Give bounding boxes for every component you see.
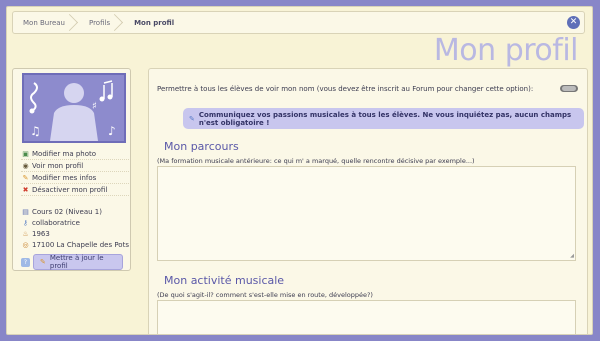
menu-label: Modifier mes infos — [32, 173, 97, 182]
profile-window: Mon Bureau Profils Mon profil ✕ Mon prof… — [6, 6, 593, 335]
section-title-parcours: Mon parcours — [164, 140, 239, 153]
help-icon[interactable]: ? — [21, 257, 30, 267]
musician-silhouette-icon: ♯ ♪ ♫ — [24, 75, 124, 141]
info-label: 17100 La Chapelle des Pots — [32, 240, 129, 249]
section-title-activite: Mon activité musicale — [164, 274, 285, 287]
books-icon: ▤ — [22, 207, 29, 216]
info-role: ⚷ collaboratrice — [21, 217, 129, 228]
profile-menu: ▣ Modifier ma photo ◉ Voir mon profil ✎ … — [21, 148, 129, 196]
svg-text:♫: ♫ — [30, 124, 41, 138]
photo-icon: ▣ — [22, 149, 29, 158]
breadcrumb-label: Mon Bureau — [23, 18, 65, 27]
pencil-icon: ✎ — [189, 114, 195, 123]
cake-icon: ♨ — [22, 229, 29, 238]
info-location: ◎ 17100 La Chapelle des Pots — [21, 239, 129, 250]
activite-textarea[interactable] — [157, 300, 576, 334]
menu-label: Désactiver mon profil — [32, 185, 108, 194]
breadcrumb-label: Profils — [88, 18, 111, 27]
info-birth-year: ♨ 1963 — [21, 228, 129, 239]
eye-icon: ◉ — [22, 161, 29, 170]
info-label: 1963 — [32, 229, 50, 238]
breadcrumb-item-current: Mon profil — [124, 12, 188, 33]
breadcrumb-item-profils[interactable]: Profils — [79, 12, 124, 33]
menu-label: Voir mon profil — [32, 161, 84, 170]
breadcrumb-item-bureau[interactable]: Mon Bureau — [13, 12, 79, 33]
menu-label: Modifier ma photo — [32, 149, 97, 158]
profile-info: ▤ Cours 02 (Niveau 1) ⚷ collaboratrice ♨… — [21, 206, 129, 250]
key-icon: ⚷ — [22, 218, 29, 227]
name-visibility-toggle[interactable] — [560, 85, 578, 92]
pencil-icon: ✎ — [40, 258, 46, 266]
cross-icon: ✖ — [22, 185, 29, 194]
view-profile-link[interactable]: ◉ Voir mon profil — [21, 160, 129, 172]
edit-info-link[interactable]: ✎ Modifier mes infos — [21, 172, 129, 184]
section-hint-activite: (De quoi s'agit-il? comment s'est-elle m… — [157, 291, 373, 299]
close-icon[interactable]: ✕ — [567, 16, 580, 29]
edit-photo-link[interactable]: ▣ Modifier ma photo — [21, 148, 129, 160]
page-title: Mon profil — [433, 33, 579, 68]
info-notice: ✎ Communiquez vos passions musicales à t… — [183, 108, 584, 129]
breadcrumb: Mon Bureau Profils Mon profil ✕ — [12, 11, 585, 34]
update-profile-button[interactable]: ✎ Mettre à jour le profil — [33, 254, 123, 270]
info-label: Cours 02 (Niveau 1) — [32, 207, 102, 216]
info-label: collaboratrice — [32, 218, 80, 227]
resize-handle-icon[interactable]: ◢ — [570, 253, 574, 259]
profile-sidebar: ♯ ♪ ♫ ▣ Modifier ma photo ◉ Voir mon pro… — [12, 68, 131, 271]
location-icon: ◎ — [22, 240, 29, 249]
notice-text: Communiquez vos passions musicales à tou… — [198, 110, 572, 127]
svg-text:♪: ♪ — [108, 124, 116, 138]
update-row: ? ✎ Mettre à jour le profil — [21, 254, 123, 270]
avatar[interactable]: ♯ ♪ ♫ — [22, 73, 126, 143]
update-profile-label: Mettre à jour le profil — [49, 254, 104, 270]
svg-text:♯: ♯ — [92, 101, 97, 112]
breadcrumb-label: Mon profil — [134, 18, 175, 27]
info-course: ▤ Cours 02 (Niveau 1) — [21, 206, 129, 217]
parcours-textarea[interactable]: ◢ — [157, 166, 576, 261]
profile-form: Permettre à tous les élèves de voir mon … — [148, 68, 588, 334]
deactivate-profile-link[interactable]: ✖ Désactiver mon profil — [21, 184, 129, 196]
pencil-icon: ✎ — [22, 173, 29, 182]
name-visibility-label: Permettre à tous les élèves de voir mon … — [157, 85, 534, 93]
section-hint-parcours: (Ma formation musicale antérieure: ce qu… — [157, 157, 475, 165]
